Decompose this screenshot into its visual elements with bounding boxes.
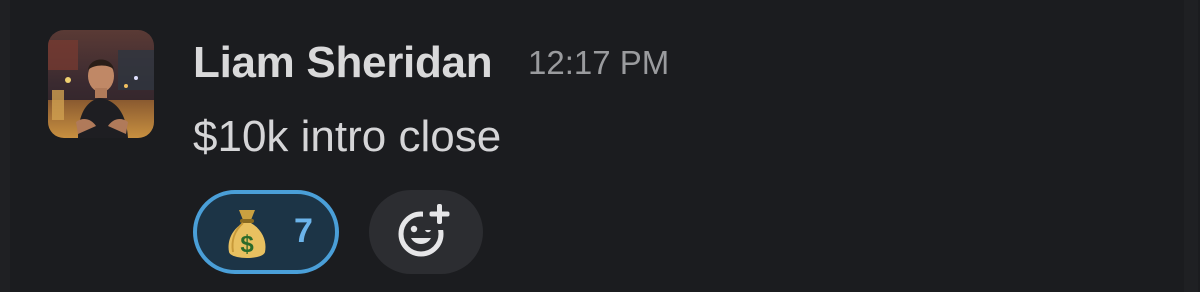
avatar[interactable]	[48, 30, 154, 138]
add-reaction-button[interactable]	[369, 190, 483, 274]
reaction-count: 7	[294, 212, 313, 250]
author-name[interactable]: Liam Sheridan	[193, 38, 493, 88]
reaction-money-bag[interactable]: $ 7	[193, 190, 339, 274]
money-bag-icon: $	[225, 206, 269, 262]
add-emoji-icon	[398, 200, 453, 257]
svg-text:$: $	[240, 231, 254, 258]
message-item: Liam Sheridan 12:17 PM $10k intro close …	[0, 0, 1200, 292]
message-text: $10k intro close	[193, 112, 502, 161]
message-timestamp[interactable]: 12:17 PM	[528, 44, 669, 82]
